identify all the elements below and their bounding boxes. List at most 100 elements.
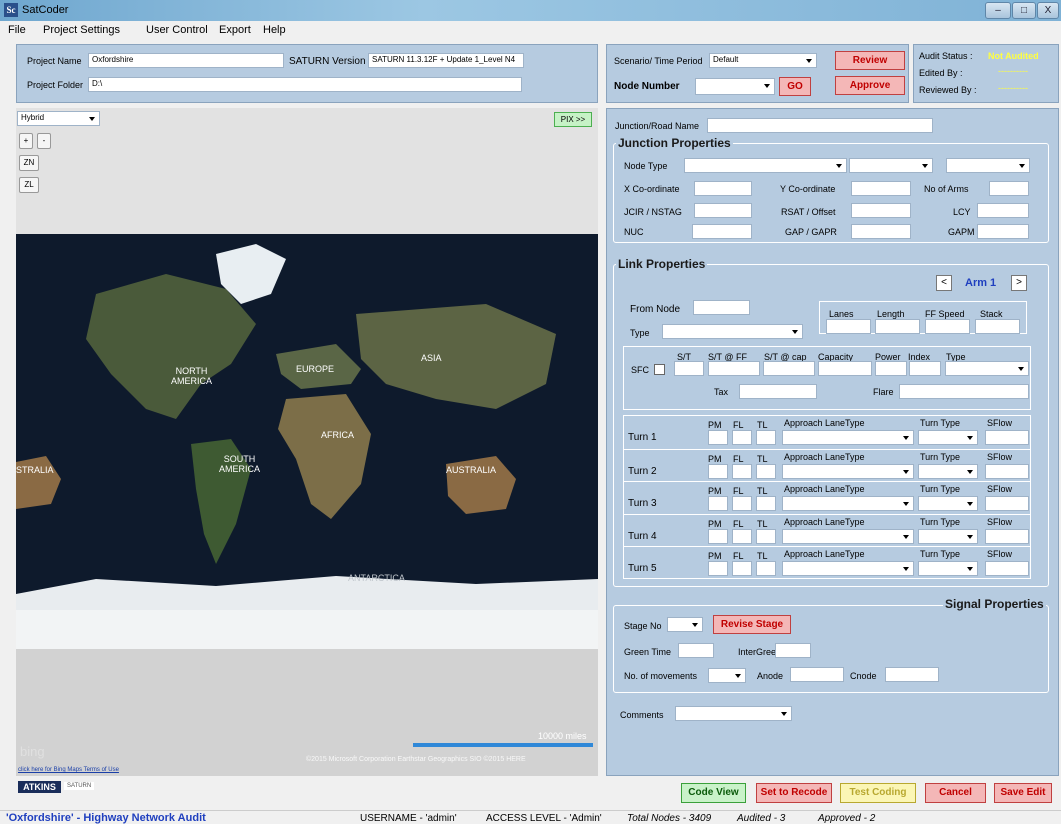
link-type-select[interactable] xyxy=(662,324,803,339)
st-ff-field[interactable] xyxy=(708,361,760,376)
tl-field[interactable] xyxy=(756,430,776,445)
no-of-arms-field[interactable] xyxy=(989,181,1029,196)
approach-lanetype-select[interactable] xyxy=(782,463,914,479)
menu-project-settings[interactable]: Project Settings xyxy=(43,24,120,36)
from-node-field[interactable] xyxy=(693,300,750,315)
sfc-type-select[interactable] xyxy=(945,361,1029,376)
road-name-field[interactable] xyxy=(707,118,933,133)
sflow-field[interactable] xyxy=(985,430,1029,445)
sflow-field[interactable] xyxy=(985,496,1029,511)
bing-terms-link[interactable]: click here for Bing Maps Terms of Use xyxy=(18,767,119,773)
pix-button[interactable]: PIX >> xyxy=(554,112,592,127)
node-number-select[interactable] xyxy=(695,78,775,95)
x-coordinate-field[interactable] xyxy=(694,181,752,196)
length-field[interactable] xyxy=(875,319,920,334)
tax-field[interactable] xyxy=(739,384,817,399)
scenario-select[interactable]: Default xyxy=(709,53,817,68)
sflow-field[interactable] xyxy=(985,561,1029,576)
fl-field[interactable] xyxy=(732,463,752,479)
cancel-button[interactable]: Cancel xyxy=(925,783,986,803)
fl-field[interactable] xyxy=(732,430,752,445)
comments-select[interactable] xyxy=(675,706,792,721)
next-arm-button[interactable]: > xyxy=(1011,275,1027,291)
tl-field[interactable] xyxy=(756,496,776,511)
code-view-button[interactable]: Code View xyxy=(681,783,746,803)
project-folder-field[interactable]: D:\ xyxy=(88,77,522,92)
pm-field[interactable] xyxy=(708,561,728,576)
zoom-out-button[interactable]: - xyxy=(37,133,51,149)
lanes-field[interactable] xyxy=(826,319,871,334)
approve-button[interactable]: Approve xyxy=(835,76,905,95)
set-to-recode-button[interactable]: Set to Recode xyxy=(756,783,832,803)
prev-arm-button[interactable]: < xyxy=(936,275,952,291)
menu-export[interactable]: Export xyxy=(219,24,251,36)
jcir-field[interactable] xyxy=(694,203,752,218)
nuc-field[interactable] xyxy=(692,224,752,239)
gapm-field[interactable] xyxy=(977,224,1029,239)
y-coordinate-field[interactable] xyxy=(851,181,911,196)
pm-field[interactable] xyxy=(708,496,728,511)
saturn-version-field[interactable]: SATURN 11.3.12F + Update 1_Level N4 xyxy=(368,53,524,68)
close-button[interactable]: X xyxy=(1037,2,1059,19)
lcy-field[interactable] xyxy=(977,203,1029,218)
fl-field[interactable] xyxy=(732,496,752,511)
sflow-field[interactable] xyxy=(985,463,1029,479)
cnode-field[interactable] xyxy=(885,667,939,682)
stage-no-select[interactable] xyxy=(667,617,703,632)
approach-lanetype-select[interactable] xyxy=(782,496,914,511)
capacity-field[interactable] xyxy=(818,361,872,376)
tl-field[interactable] xyxy=(756,528,776,544)
turn-type-select[interactable] xyxy=(918,463,978,479)
zoom-in-button[interactable]: + xyxy=(19,133,33,149)
save-edit-button[interactable]: Save Edit xyxy=(994,783,1052,803)
zn-button[interactable]: ZN xyxy=(19,155,39,171)
menu-user-control[interactable]: User Control xyxy=(146,24,208,36)
maximize-button[interactable]: □ xyxy=(1012,2,1036,19)
tl-field[interactable] xyxy=(756,463,776,479)
gap-field[interactable] xyxy=(851,224,911,239)
stack-field[interactable] xyxy=(975,319,1020,334)
power-field[interactable] xyxy=(875,361,907,376)
menu-file[interactable]: File xyxy=(8,24,26,36)
sflow-field[interactable] xyxy=(985,528,1029,544)
anode-field[interactable] xyxy=(790,667,844,682)
revise-stage-button[interactable]: Revise Stage xyxy=(713,615,791,634)
pm-field[interactable] xyxy=(708,430,728,445)
minimize-button[interactable]: – xyxy=(985,2,1011,19)
turn-type-select[interactable] xyxy=(918,561,978,576)
zl-button[interactable]: ZL xyxy=(19,177,39,193)
sfc-checkbox[interactable] xyxy=(654,364,665,375)
rsat-field[interactable] xyxy=(851,203,911,218)
tl-field[interactable] xyxy=(756,561,776,576)
st-cap-field[interactable] xyxy=(763,361,815,376)
sflow-label: SFlow xyxy=(987,549,1013,559)
node-type-select-3[interactable] xyxy=(946,158,1030,173)
node-type-select-2[interactable] xyxy=(849,158,933,173)
approach-lanetype-select[interactable] xyxy=(782,430,914,445)
fl-field[interactable] xyxy=(732,561,752,576)
movements-select[interactable] xyxy=(708,668,746,683)
pm-field[interactable] xyxy=(708,528,728,544)
project-name-field[interactable]: Oxfordshire xyxy=(88,53,284,68)
pm-field[interactable] xyxy=(708,463,728,479)
turn-type-select[interactable] xyxy=(918,430,978,445)
map-view-select[interactable]: Hybrid xyxy=(17,111,100,126)
go-button[interactable]: GO xyxy=(779,77,811,96)
intergreen-field[interactable] xyxy=(775,643,811,658)
turn-type-select[interactable] xyxy=(918,496,978,511)
ff-speed-field[interactable] xyxy=(925,319,970,334)
node-type-select-1[interactable] xyxy=(684,158,847,173)
review-button[interactable]: Review xyxy=(835,51,905,70)
test-coding-button[interactable]: Test Coding xyxy=(840,783,916,803)
turn-type-select[interactable] xyxy=(918,528,978,544)
menu-help[interactable]: Help xyxy=(263,24,286,36)
approach-lanetype-select[interactable] xyxy=(782,561,914,576)
st-field[interactable] xyxy=(674,361,704,376)
flare-field[interactable] xyxy=(899,384,1029,399)
approach-lanetype-select[interactable] xyxy=(782,528,914,544)
map-view[interactable]: Hybrid PIX >> + - ZN ZL NORTH AMERICA EU… xyxy=(16,108,598,776)
green-time-field[interactable] xyxy=(678,643,714,658)
movements-label: No. of movements xyxy=(624,671,698,681)
index-field[interactable] xyxy=(909,361,941,376)
fl-field[interactable] xyxy=(732,528,752,544)
